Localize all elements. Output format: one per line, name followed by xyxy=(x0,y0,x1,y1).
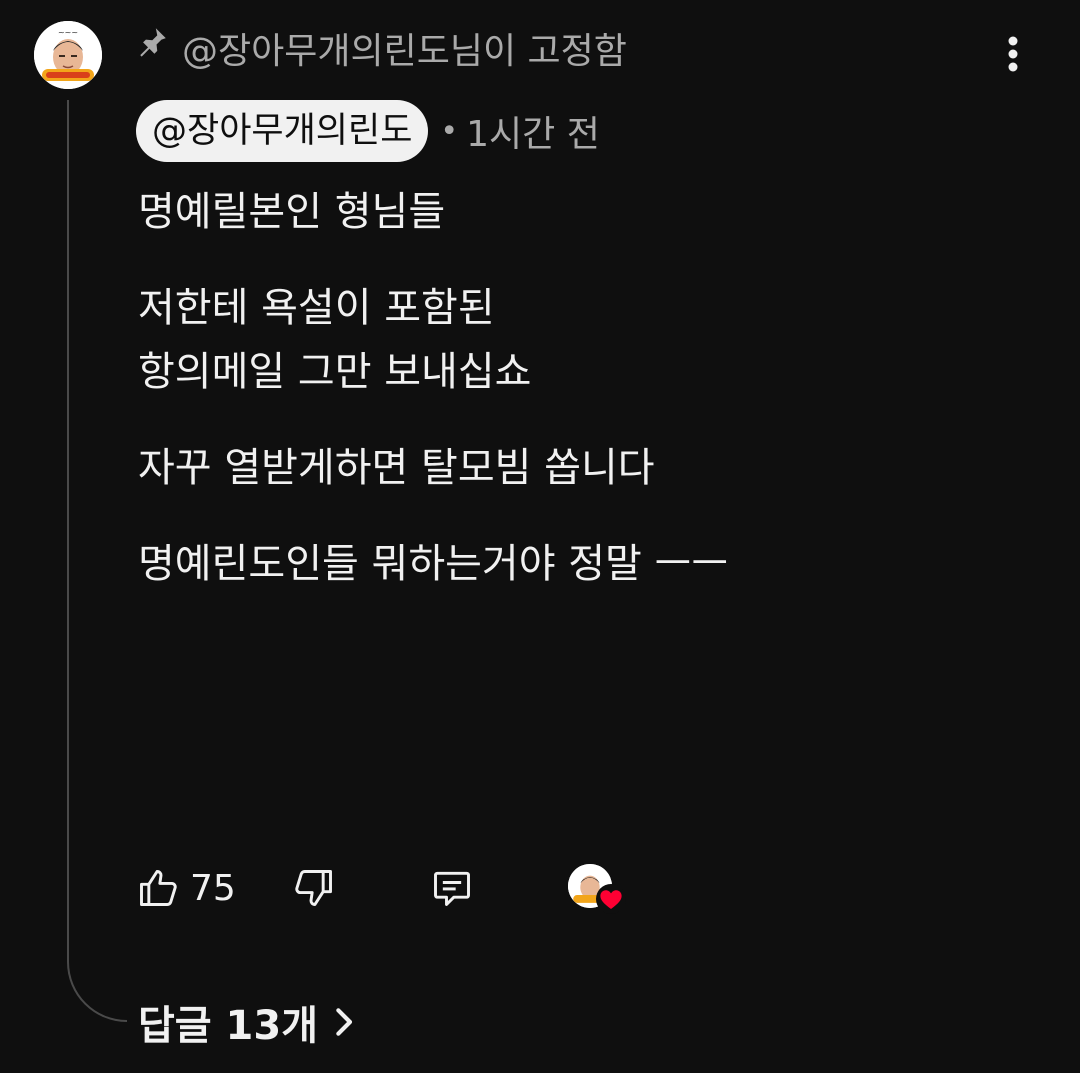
heart-icon xyxy=(596,884,626,914)
dislike-button[interactable] xyxy=(290,864,338,912)
comment-line: 항의메일 그만 보내십쇼 xyxy=(138,349,532,395)
comment-line: 저한테 욕설이 포함된 xyxy=(138,285,495,331)
comment-icon xyxy=(434,871,470,906)
author-avatar-image: ~~~ xyxy=(34,21,102,89)
replies-label: 답글 13개 xyxy=(138,1003,318,1049)
view-replies-button[interactable]: 답글 13개 xyxy=(138,990,360,1054)
comment-line-blank xyxy=(138,244,1038,276)
comment-text: 명예릴본인 형님들 저한테 욕설이 포함된 항의메일 그만 보내십쇼 자꾸 열받… xyxy=(138,180,1038,596)
comment-actions: 75 xyxy=(134,860,626,916)
chevron-right-icon xyxy=(336,1008,353,1036)
pin-icon xyxy=(140,28,166,57)
comment-line: 자꾸 열받게하면 탈모빔 쏩니다 xyxy=(138,445,655,491)
thumbs-up-icon xyxy=(140,870,177,906)
comment-line: 명예린도인들 뭐하는거야 정말 ㅡㅡ xyxy=(138,541,729,587)
creator-heart xyxy=(568,862,626,914)
meta-separator: • xyxy=(440,113,459,149)
svg-text:~~~: ~~~ xyxy=(58,28,78,37)
more-options-button[interactable] xyxy=(994,30,1032,78)
like-count: 75 xyxy=(190,867,236,909)
more-vertical-icon xyxy=(1008,36,1018,72)
thread-line xyxy=(67,100,127,1022)
comment-line-blank xyxy=(138,404,1038,436)
comment-line: 명예릴본인 형님들 xyxy=(138,189,446,235)
reply-button[interactable] xyxy=(428,864,476,912)
author-avatar[interactable]: ~~~ xyxy=(34,21,102,89)
pinned-label: @장아무개의린도님이 고정함 xyxy=(182,31,627,72)
author-name-chip[interactable]: @장아무개의린도 xyxy=(136,100,429,162)
comment-line-blank xyxy=(138,500,1038,532)
pinned-indicator: @장아무개의린도님이 고정함 xyxy=(136,20,627,76)
thumbs-down-icon xyxy=(295,870,332,906)
comment-timestamp: 1시간 전 xyxy=(466,114,600,155)
comment-meta: @장아무개의린도 • 1시간 전 xyxy=(136,100,600,162)
like-button[interactable] xyxy=(134,864,182,912)
